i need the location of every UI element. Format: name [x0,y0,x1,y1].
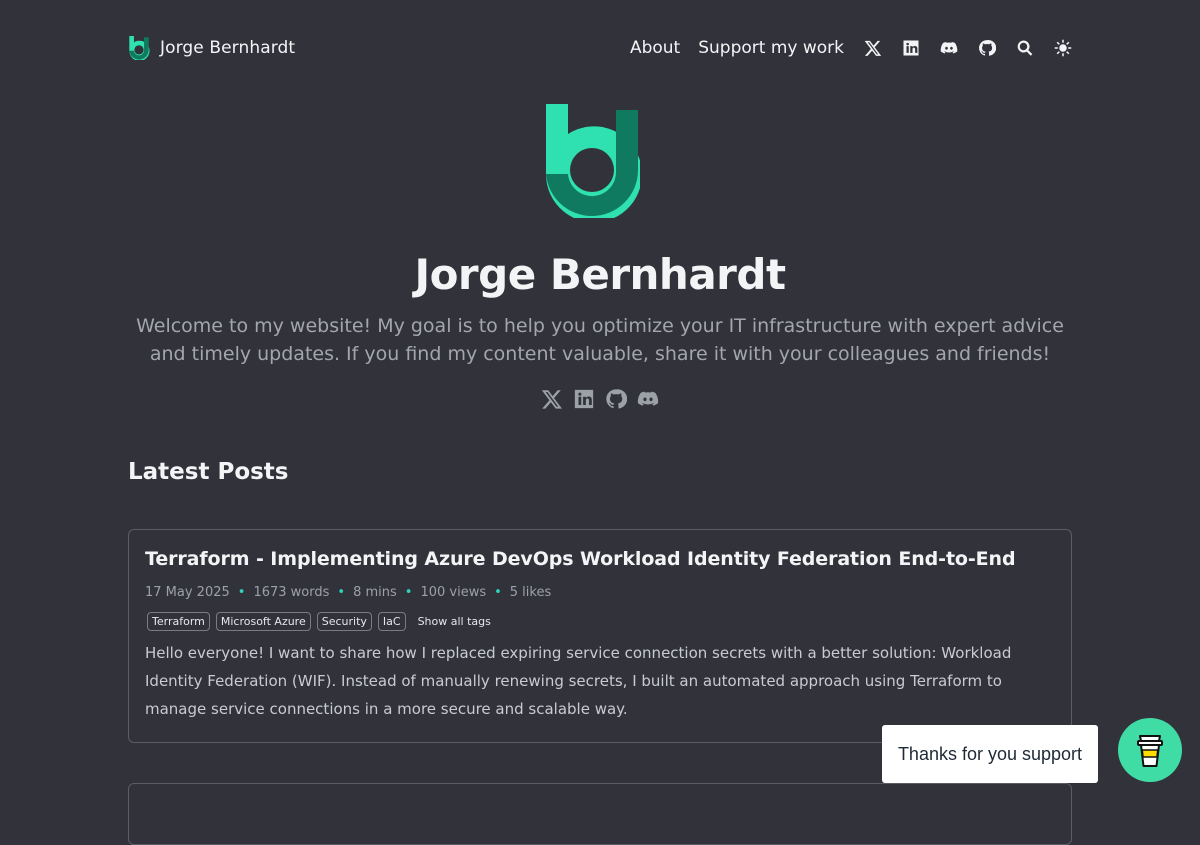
x-icon[interactable] [864,39,882,57]
post-card[interactable] [128,783,1072,845]
tag-microsoft-azure[interactable]: Microsoft Azure [215,612,311,631]
coffee-cup-icon [1137,735,1163,767]
discord-icon[interactable] [940,39,958,57]
post-date: 17 May 2025 [145,585,230,600]
site-header: Jorge Bernhardt About Support my work [128,28,1072,68]
post-meta: 17 May 2025 • 1673 words • 8 mins • 100 … [145,585,551,600]
tag-security[interactable]: Security [316,612,372,631]
search-icon[interactable] [1016,39,1034,57]
hero-description: Welcome to my website! My goal is to hel… [136,315,1064,365]
nav-about-link[interactable]: About [630,38,680,58]
x-icon[interactable] [541,388,563,410]
show-all-tags-button[interactable]: Show all tags [418,615,491,628]
github-icon[interactable] [605,388,627,410]
hero-social-links [0,388,1200,410]
post-tags: Terraform Microsoft Azure Security IaC S… [147,612,491,631]
post-card[interactable]: Terraform - Implementing Azure DevOps Wo… [128,529,1072,743]
meta-separator: • [494,585,502,600]
post-title[interactable]: Terraform - Implementing Azure DevOps Wo… [145,548,1016,570]
post-likes: 5 likes [509,585,552,600]
buy-me-a-coffee-button[interactable] [1118,718,1182,782]
post-read-time: 8 mins [353,585,397,600]
main-nav: About Support my work [630,38,1072,58]
meta-separator: • [237,585,246,600]
brand-name: Jorge Bernhardt [160,38,296,58]
post-views: 100 views [420,585,487,600]
discord-icon[interactable] [637,388,659,410]
hero-title: Jorge Bernhardt [414,250,786,299]
brand-link[interactable]: Jorge Bernhardt [128,36,295,60]
site-logo-icon [129,36,150,60]
post-excerpt: Hello everyone! I want to share how I re… [145,644,1012,718]
post-word-count: 1673 words [253,585,330,600]
support-tooltip: Thanks for you support [882,725,1098,783]
linkedin-icon[interactable] [573,388,595,410]
theme-toggle-icon[interactable] [1054,39,1072,57]
linkedin-icon[interactable] [902,39,920,57]
github-icon[interactable] [978,39,996,57]
nav-support-link[interactable]: Support my work [698,38,844,58]
tag-terraform[interactable]: Terraform [147,612,210,631]
meta-separator: • [404,585,413,600]
tag-iac[interactable]: IaC [377,612,406,631]
latest-posts-heading: Latest Posts [128,459,289,485]
hero-logo-icon [545,104,640,218]
meta-separator: • [337,585,346,600]
